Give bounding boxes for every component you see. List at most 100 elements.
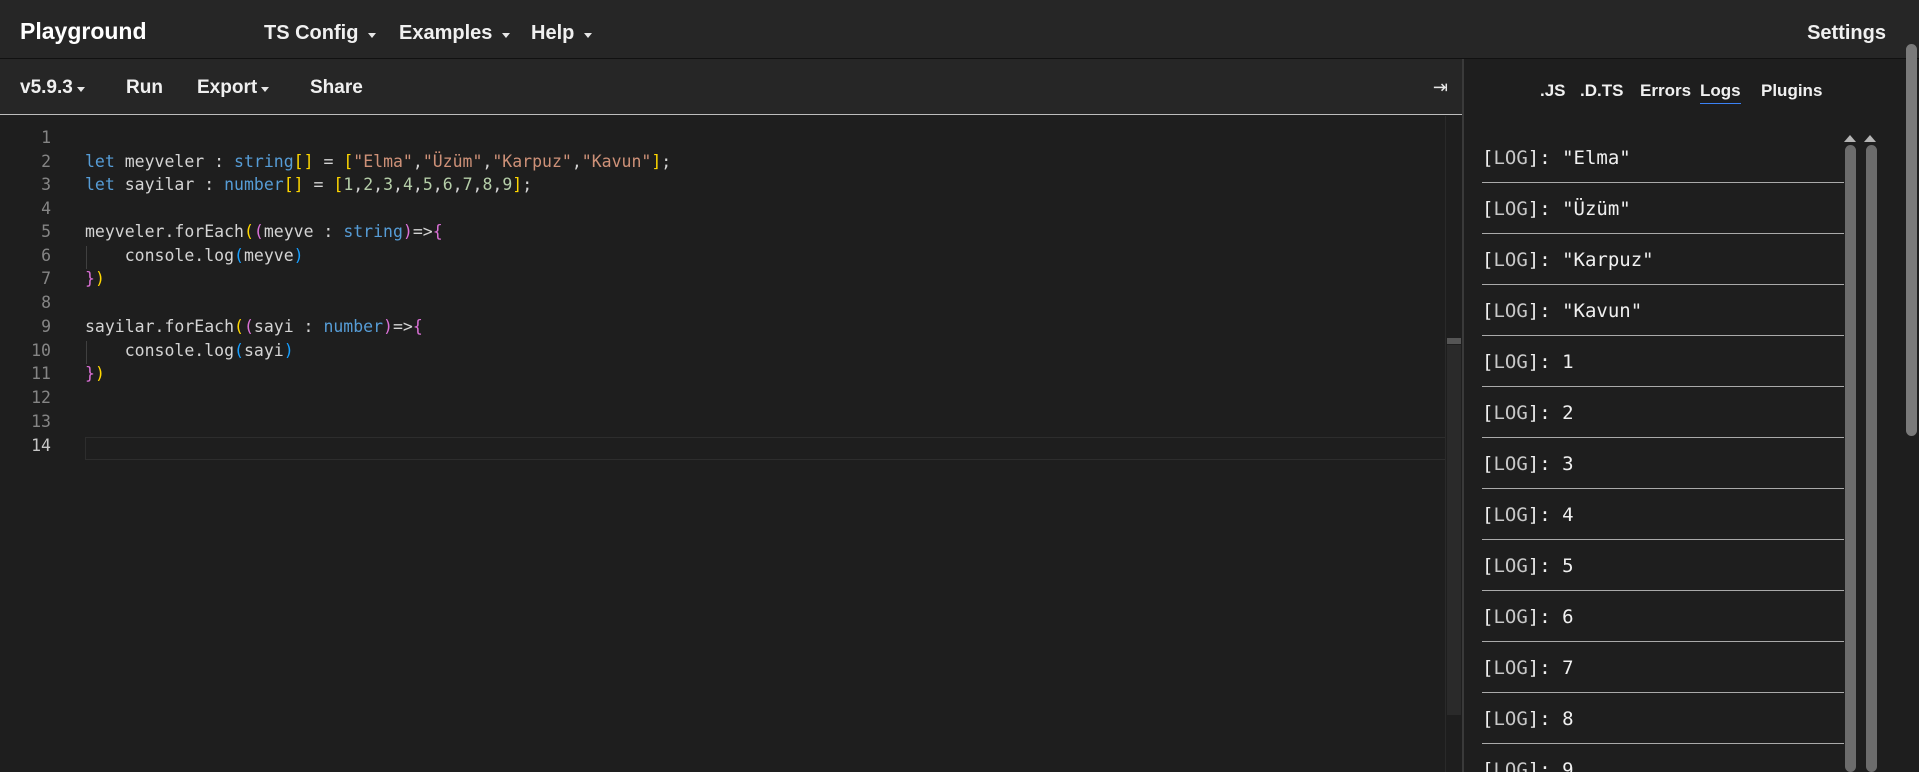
export-menu[interactable]: Export bbox=[197, 77, 270, 99]
line-number: 12 bbox=[31, 388, 51, 407]
code-line: 7 }) bbox=[0, 269, 1450, 292]
chevron-down-icon bbox=[76, 87, 85, 92]
log-value: 3 bbox=[1562, 453, 1574, 475]
log-entry: [LOG]: 2 bbox=[1482, 387, 1844, 438]
log-entry: [LOG]: "Elma" bbox=[1482, 132, 1844, 183]
settings-link[interactable]: Settings bbox=[1807, 22, 1886, 45]
tab-js[interactable]: .JS bbox=[1540, 81, 1566, 101]
log-entry: [LOG]: "Kavun" bbox=[1482, 285, 1844, 336]
code-line: 2 let meyveler : string[] = ["Elma","Üzü… bbox=[0, 152, 1450, 175]
log-value: 9 bbox=[1562, 759, 1574, 772]
log-value: 6 bbox=[1562, 606, 1574, 628]
line-number: 13 bbox=[31, 412, 51, 431]
examples-menu[interactable]: Examples bbox=[399, 22, 511, 45]
code-text: let sayilar : number[] = [1,2,3,4,5,6,7,… bbox=[85, 175, 533, 194]
log-entry: [LOG]: 8 bbox=[1482, 693, 1844, 744]
run-button[interactable]: Run bbox=[126, 77, 163, 99]
scroll-up-icon[interactable] bbox=[1844, 135, 1856, 142]
log-value: 8 bbox=[1562, 708, 1574, 730]
code-editor[interactable]: 1 2 let meyveler : string[] = ["Elma","Ü… bbox=[0, 116, 1462, 772]
code-line: 11 }) bbox=[0, 364, 1450, 387]
page-scrollbar[interactable] bbox=[1906, 44, 1917, 436]
code-line: 8 bbox=[0, 293, 1450, 316]
code-line: 12 bbox=[0, 388, 1450, 411]
code-line: 9 sayilar.forEach((sayi : number)=>{ bbox=[0, 317, 1450, 340]
code-line: 5 meyveler.forEach((meyve : string)=>{ bbox=[0, 222, 1450, 245]
line-number: 6 bbox=[41, 246, 51, 265]
chevron-down-icon bbox=[368, 32, 377, 38]
code-line: 1 bbox=[0, 128, 1450, 151]
help-label: Help bbox=[531, 22, 575, 44]
brand-logo[interactable]: Playground bbox=[20, 18, 147, 45]
line-number: 11 bbox=[31, 364, 51, 383]
editor-scroll-thumb[interactable] bbox=[1447, 345, 1461, 715]
code-line: 10 console.log(sayi) bbox=[0, 341, 1450, 364]
log-value: 1 bbox=[1562, 351, 1574, 373]
log-value: "Üzüm" bbox=[1562, 198, 1631, 220]
tab-plugins[interactable]: Plugins bbox=[1761, 81, 1822, 101]
log-value: 4 bbox=[1562, 504, 1574, 526]
log-value: 5 bbox=[1562, 555, 1574, 577]
log-tag: LOG bbox=[1493, 402, 1528, 424]
line-number: 14 bbox=[31, 436, 51, 455]
code-text: meyveler.forEach((meyve : string)=>{ bbox=[85, 222, 443, 241]
log-tag: LOG bbox=[1493, 351, 1528, 373]
code-line: 3 let sayilar : number[] = [1,2,3,4,5,6,… bbox=[0, 175, 1450, 198]
line-number: 4 bbox=[41, 199, 51, 218]
log-tag: LOG bbox=[1493, 504, 1528, 526]
code-text: console.log(sayi) bbox=[85, 341, 294, 360]
line-number: 3 bbox=[41, 175, 51, 194]
code-text: }) bbox=[85, 269, 105, 288]
export-label: Export bbox=[197, 77, 258, 98]
log-entry: [LOG]: "Karpuz" bbox=[1482, 234, 1844, 285]
code-text: }) bbox=[85, 364, 105, 383]
help-menu[interactable]: Help bbox=[531, 22, 593, 45]
log-tag: LOG bbox=[1493, 198, 1528, 220]
line-number: 5 bbox=[41, 222, 51, 241]
code-text: let meyveler : string[] = ["Elma","Üzüm"… bbox=[85, 152, 672, 171]
version-label: v5.9.3 bbox=[20, 77, 73, 98]
log-tag: LOG bbox=[1493, 147, 1528, 169]
log-value: 7 bbox=[1562, 657, 1574, 679]
log-entry: [LOG]: "Üzüm" bbox=[1482, 183, 1844, 234]
log-tag: LOG bbox=[1493, 606, 1528, 628]
version-select[interactable]: v5.9.3 bbox=[20, 77, 85, 99]
scroll-up-icon[interactable] bbox=[1864, 135, 1876, 142]
log-entry: [LOG]: 6 bbox=[1482, 591, 1844, 642]
logs-scrollbar[interactable] bbox=[1845, 145, 1856, 772]
log-tag: LOG bbox=[1493, 759, 1528, 772]
log-entry: [LOG]: 5 bbox=[1482, 540, 1844, 591]
log-tag: LOG bbox=[1493, 300, 1528, 322]
tab-dts[interactable]: .D.TS bbox=[1580, 81, 1623, 101]
chevron-down-icon bbox=[261, 87, 270, 92]
editor-scroll-marker bbox=[1447, 338, 1461, 344]
line-number: 1 bbox=[41, 128, 51, 147]
line-number: 9 bbox=[41, 317, 51, 336]
line-number: 7 bbox=[41, 269, 51, 288]
sidebar-panel: .JS .D.TS Errors Logs Plugins [LOG]: "El… bbox=[1464, 59, 1904, 772]
log-entry: [LOG]: 4 bbox=[1482, 489, 1844, 540]
log-tag: LOG bbox=[1493, 708, 1528, 730]
share-button[interactable]: Share bbox=[310, 77, 363, 99]
line-number: 8 bbox=[41, 293, 51, 312]
code-text: console.log(meyve) bbox=[85, 246, 304, 265]
code-line: 6 console.log(meyve) bbox=[0, 246, 1450, 269]
log-tag: LOG bbox=[1493, 453, 1528, 475]
log-tag: LOG bbox=[1493, 249, 1528, 271]
collapse-panel-icon[interactable]: ⇥ bbox=[1433, 77, 1448, 98]
tab-errors[interactable]: Errors bbox=[1640, 81, 1691, 101]
code-line: 13 bbox=[0, 412, 1450, 435]
panel-scrollbar[interactable] bbox=[1866, 145, 1877, 772]
code-text: sayilar.forEach((sayi : number)=>{ bbox=[85, 317, 423, 336]
editor-toolbar: v5.9.3 Run Export Share ⇥ bbox=[0, 59, 1462, 115]
log-tag: LOG bbox=[1493, 555, 1528, 577]
log-tag: LOG bbox=[1493, 657, 1528, 679]
line-number: 2 bbox=[41, 152, 51, 171]
line-number: 10 bbox=[31, 341, 51, 360]
log-entry: [LOG]: 3 bbox=[1482, 438, 1844, 489]
log-value: "Kavun" bbox=[1562, 300, 1643, 322]
tab-logs[interactable]: Logs bbox=[1700, 81, 1741, 104]
log-entry: [LOG]: 7 bbox=[1482, 642, 1844, 693]
ts-config-menu[interactable]: TS Config bbox=[264, 22, 377, 45]
log-value: 2 bbox=[1562, 402, 1574, 424]
